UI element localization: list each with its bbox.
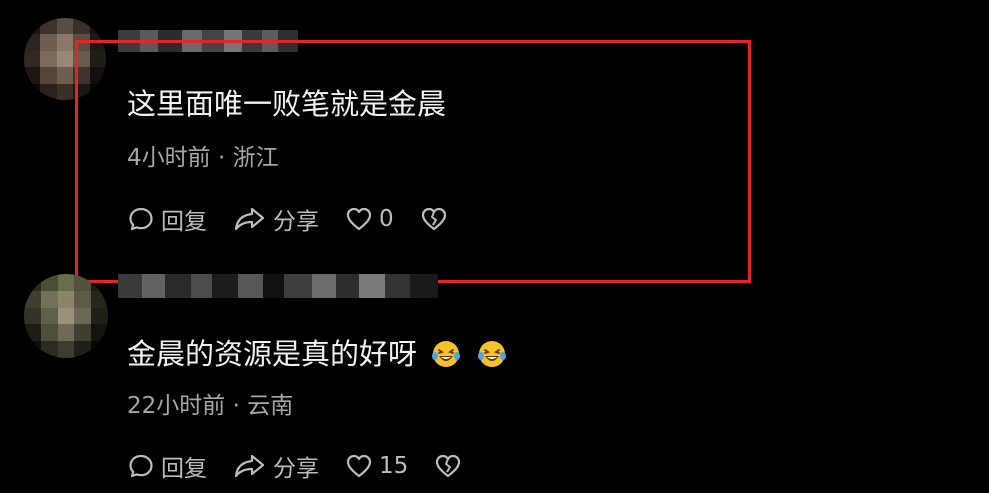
reply-bubble-icon: [129, 454, 153, 478]
reply-button[interactable]: 回复: [127, 449, 207, 483]
comment-item: 金晨的资源是真的好呀 22小时前 · 云南 回复 分享 15: [0, 274, 989, 493]
comment-text: 金晨的资源是真的好呀: [127, 336, 507, 372]
broken-heart-icon: [436, 454, 461, 478]
comment-actions: 回复 分享 15: [127, 450, 488, 482]
comment-meta: 22小时前 · 云南: [127, 393, 294, 419]
share-arrow-icon: [234, 454, 265, 478]
avatar[interactable]: [24, 274, 108, 358]
share-label: 分享: [273, 456, 319, 482]
reply-label: 回复: [161, 456, 207, 482]
laughing-tears-emoji: [478, 341, 507, 367]
like-button[interactable]: 15: [345, 452, 408, 480]
heart-icon: [346, 454, 372, 478]
laughing-tears-emoji: [432, 341, 461, 367]
like-count: 15: [379, 453, 409, 479]
dislike-button[interactable]: [434, 452, 462, 480]
comment-text-content: 金晨的资源是真的好呀: [127, 337, 418, 371]
highlight-box: [75, 40, 751, 283]
username-pixelated[interactable]: [118, 274, 439, 298]
share-button[interactable]: 分享: [233, 449, 319, 483]
